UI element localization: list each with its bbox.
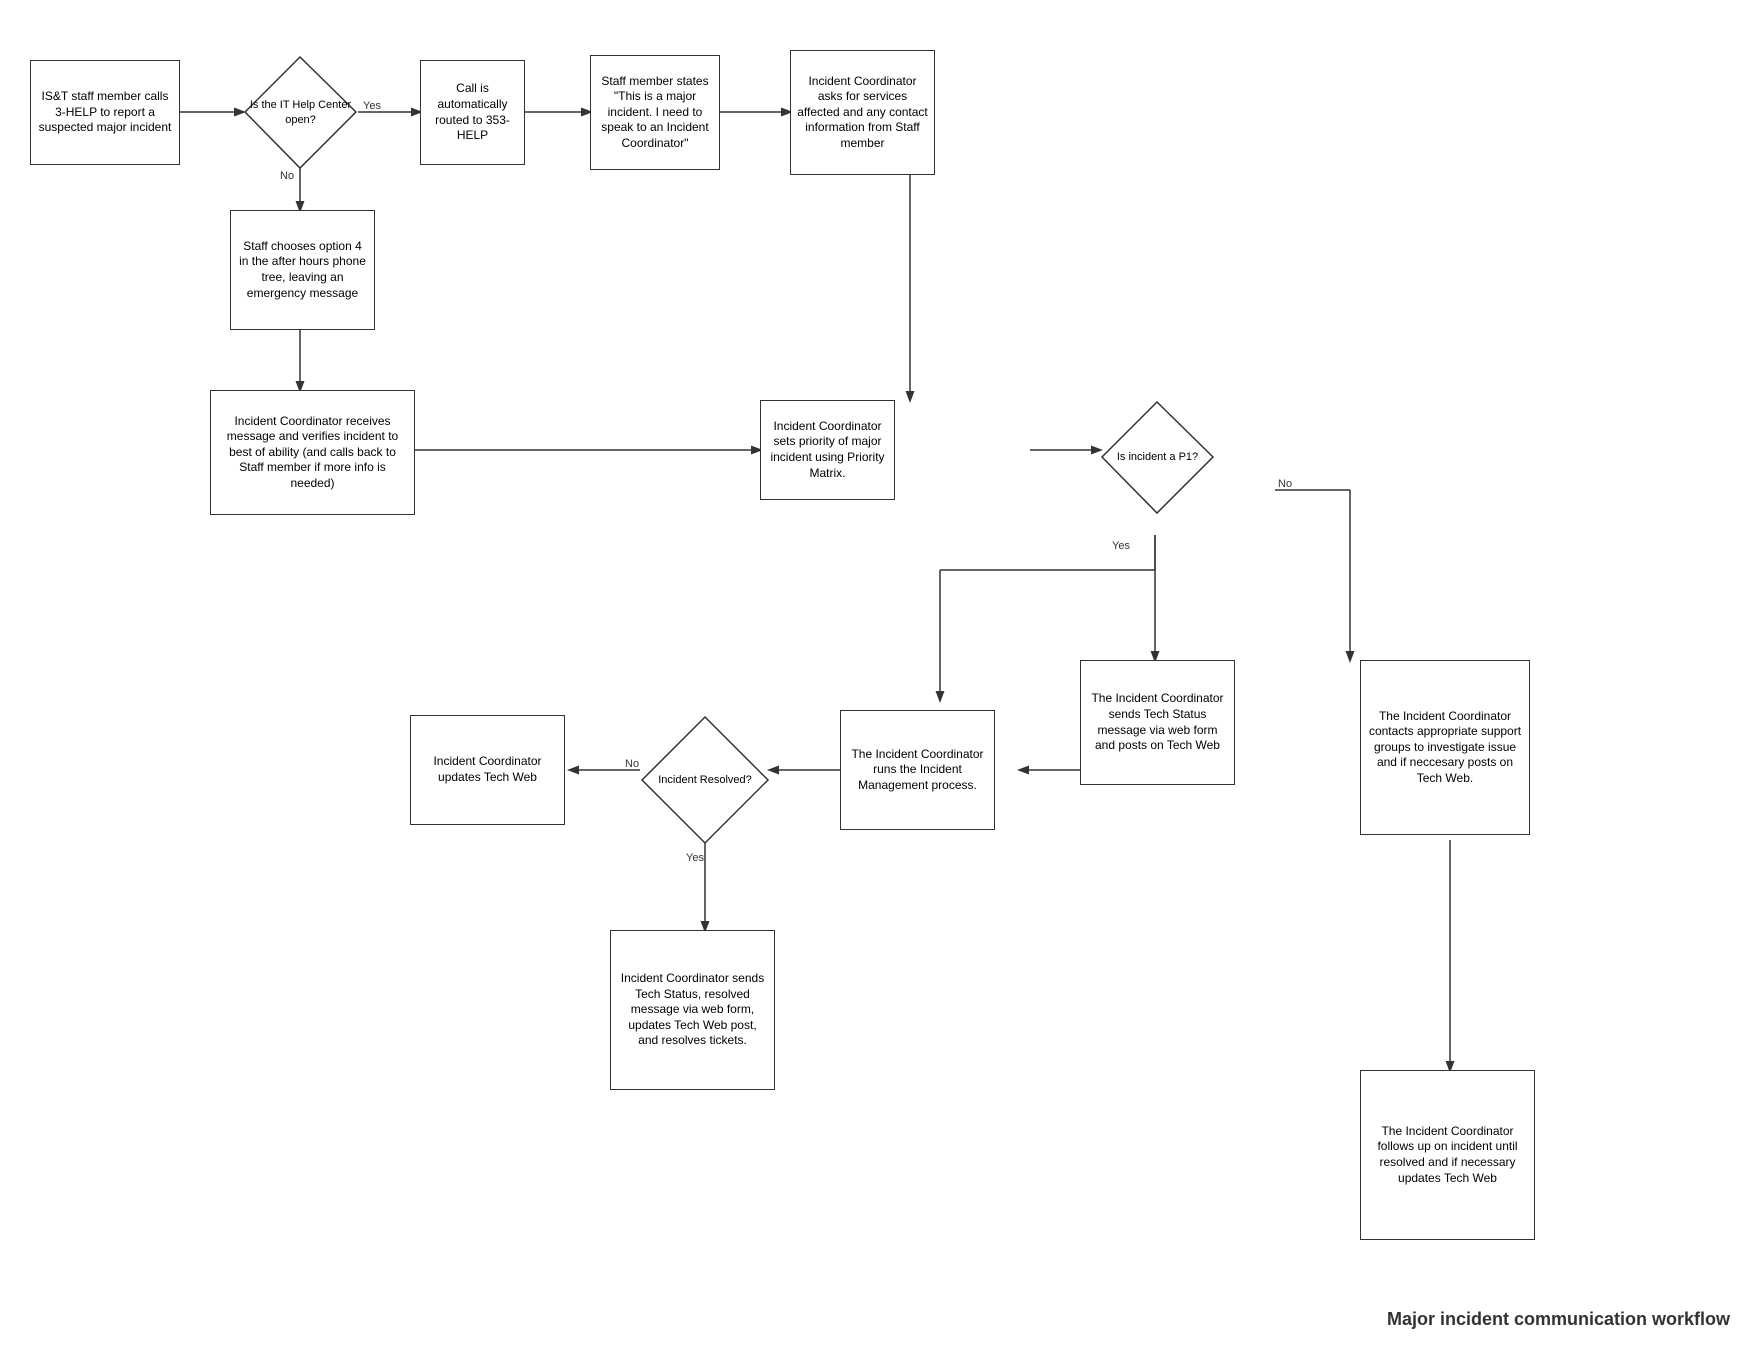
box-coordinator-receives: Incident Coordinator receives message an… bbox=[210, 390, 415, 515]
box-call-routed-text: Call is automatically routed to 353-HELP bbox=[427, 81, 518, 143]
diamond-p1: Is incident a P1? bbox=[1100, 400, 1215, 515]
diamond-help-center-text: Is the IT Help Center open? bbox=[243, 94, 358, 131]
box-staff-calls-text: IS&T staff member calls 3-HELP to report… bbox=[37, 89, 173, 136]
box-resolved-message: Incident Coordinator sends Tech Status, … bbox=[610, 930, 775, 1090]
label-no2: No bbox=[1278, 478, 1292, 490]
label-yes1: Yes bbox=[363, 100, 381, 112]
box-followup-text: The Incident Coordinator follows up on i… bbox=[1367, 1124, 1528, 1186]
label-yes3: Yes bbox=[686, 852, 704, 864]
box-call-routed: Call is automatically routed to 353-HELP bbox=[420, 60, 525, 165]
diamond-resolved: Incident Resolved? bbox=[640, 715, 770, 845]
box-followup: The Incident Coordinator follows up on i… bbox=[1360, 1070, 1535, 1240]
box-staff-states: Staff member states "This is a major inc… bbox=[590, 55, 720, 170]
box-contact-support: The Incident Coordinator contacts approp… bbox=[1360, 660, 1530, 835]
box-coordinator-asks-text: Incident Coordinator asks for services a… bbox=[797, 74, 928, 152]
box-staff-states-text: Staff member states "This is a major inc… bbox=[597, 74, 713, 152]
box-coordinator-asks: Incident Coordinator asks for services a… bbox=[790, 50, 935, 175]
label-no1: No bbox=[280, 170, 294, 182]
box-set-priority: Incident Coordinator sets priority of ma… bbox=[760, 400, 895, 500]
box-contact-support-text: The Incident Coordinator contacts approp… bbox=[1367, 709, 1523, 787]
label-no3: No bbox=[625, 758, 639, 770]
box-send-tech-status: The Incident Coordinator sends Tech Stat… bbox=[1080, 660, 1235, 785]
box-update-techweb-text: Incident Coordinator updates Tech Web bbox=[417, 754, 558, 785]
label-yes2: Yes bbox=[1112, 540, 1130, 552]
box-staff-option4-text: Staff chooses option 4 in the after hour… bbox=[237, 239, 368, 301]
box-set-priority-text: Incident Coordinator sets priority of ma… bbox=[767, 419, 888, 481]
box-staff-option4: Staff chooses option 4 in the after hour… bbox=[230, 210, 375, 330]
diamond-help-center: Is the IT Help Center open? bbox=[243, 55, 358, 170]
box-resolved-message-text: Incident Coordinator sends Tech Status, … bbox=[617, 971, 768, 1049]
diagram-container: IS&T staff member calls 3-HELP to report… bbox=[0, 0, 1760, 1360]
box-staff-calls: IS&T staff member calls 3-HELP to report… bbox=[30, 60, 180, 165]
page-title: Major incident communication workflow bbox=[1387, 1309, 1730, 1330]
diamond-resolved-text: Incident Resolved? bbox=[654, 769, 756, 791]
diamond-p1-text: Is incident a P1? bbox=[1113, 446, 1202, 468]
box-run-process: The Incident Coordinator runs the Incide… bbox=[840, 710, 995, 830]
box-send-tech-status-text: The Incident Coordinator sends Tech Stat… bbox=[1087, 691, 1228, 753]
box-coordinator-receives-text: Incident Coordinator receives message an… bbox=[217, 414, 408, 492]
box-update-techweb: Incident Coordinator updates Tech Web bbox=[410, 715, 565, 825]
box-run-process-text: The Incident Coordinator runs the Incide… bbox=[847, 747, 988, 794]
